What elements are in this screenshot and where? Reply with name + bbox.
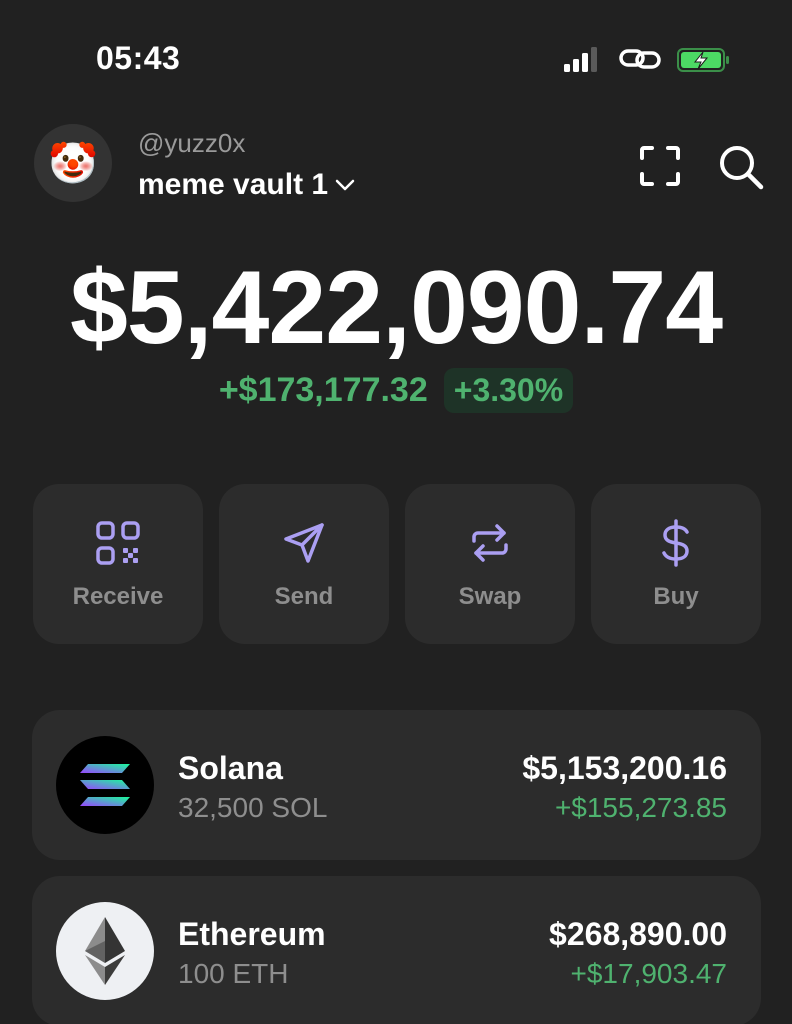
token-row-solana[interactable]: Solana 32,500 SOL $5,153,200.16 +$155,27… bbox=[32, 710, 761, 860]
account-handle: @yuzz0x bbox=[138, 128, 246, 158]
buy-label: Buy bbox=[653, 583, 699, 610]
change-amount: +$173,177.32 bbox=[218, 371, 428, 409]
token-value: $268,890.00 bbox=[549, 916, 727, 952]
ethereum-icon bbox=[56, 902, 154, 1000]
token-name: Ethereum bbox=[178, 916, 326, 952]
wallet-name-label: meme vault 1 bbox=[138, 168, 329, 201]
avatar[interactable]: 🤡 bbox=[34, 124, 112, 202]
token-change: +$155,273.85 bbox=[554, 792, 727, 823]
dollar-icon bbox=[662, 519, 689, 567]
clown-face-icon: 🤡 bbox=[48, 141, 98, 186]
swap-button[interactable]: Swap bbox=[405, 484, 575, 644]
token-change: +$17,903.47 bbox=[570, 958, 728, 989]
swap-icon bbox=[472, 524, 508, 562]
token-amount: 100 ETH bbox=[178, 958, 289, 989]
solana-icon bbox=[56, 736, 154, 834]
battery-charging-icon bbox=[677, 48, 729, 72]
total-balance: $5,422,090.74 bbox=[69, 250, 723, 366]
buy-button[interactable]: Buy bbox=[591, 484, 761, 644]
swap-label: Swap bbox=[458, 583, 522, 610]
token-row-ethereum[interactable]: Ethereum 100 ETH $268,890.00 +$17,903.47 bbox=[32, 876, 761, 1024]
receive-label: Receive bbox=[72, 583, 164, 610]
token-amount: 32,500 SOL bbox=[178, 792, 328, 823]
link-icon bbox=[619, 49, 661, 69]
balance-change: +$173,177.32 +3.30% bbox=[0, 368, 792, 413]
change-percent-badge: +3.30% bbox=[443, 368, 574, 413]
wallet-selector[interactable]: meme vault 1 bbox=[138, 168, 356, 202]
scan-icon[interactable] bbox=[636, 142, 684, 190]
token-value: $5,153,200.16 bbox=[522, 750, 727, 786]
status-time: 05:43 bbox=[96, 40, 181, 76]
send-label: Send bbox=[274, 583, 334, 610]
qr-code-icon bbox=[96, 521, 140, 565]
send-button[interactable]: Send bbox=[219, 484, 389, 644]
chevron-down-icon bbox=[335, 179, 355, 191]
signal-icon bbox=[564, 47, 597, 72]
token-name: Solana bbox=[178, 750, 283, 786]
search-icon[interactable] bbox=[716, 142, 766, 192]
receive-button[interactable]: Receive bbox=[33, 484, 203, 644]
send-icon bbox=[284, 523, 324, 563]
